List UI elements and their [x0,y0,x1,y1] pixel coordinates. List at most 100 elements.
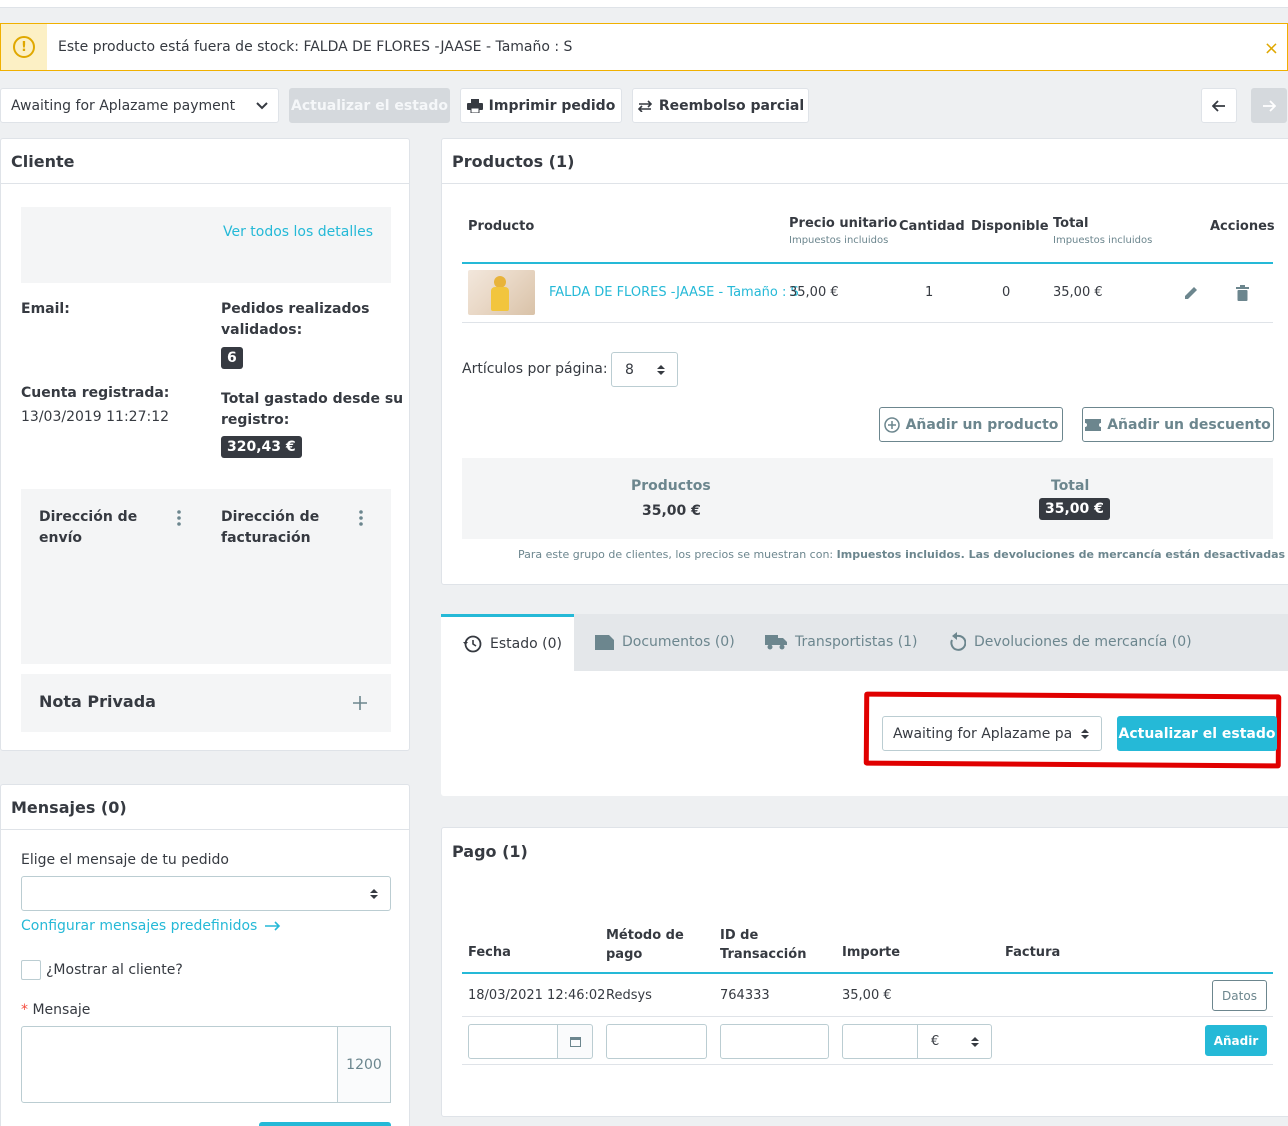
printer-icon [466,98,483,113]
tab-documents-label: Documentos (0) [622,633,735,650]
transaction-id-input[interactable] [720,1024,829,1059]
private-note-title: Nota Privada [39,692,156,711]
pay-col-method-line2: pago [606,947,643,962]
pay-row-method: Redsys [606,988,652,1003]
tab-documents[interactable]: Documentos (0) [595,614,735,669]
view-all-details-link[interactable]: Ver todos los detalles [223,224,373,240]
private-note-box[interactable]: Nota Privada [21,674,391,732]
row-total: 35,00 € [1053,285,1103,300]
tab-status[interactable]: Estado (0) [462,616,562,671]
close-icon[interactable]: × [1264,38,1279,59]
orders-label-line2: validados: [221,322,303,338]
amount-input[interactable] [842,1024,918,1059]
plus-circle-icon [883,416,900,433]
truck-icon [765,634,787,649]
per-page-select[interactable]: 8 [611,352,678,387]
chevron-down-icon [256,101,268,109]
tab-status-select-value: Awaiting for Aplazame payr [893,725,1073,742]
update-status-button[interactable]: Actualizar el estado [289,88,450,123]
tab-carriers[interactable]: Transportistas (1) [765,614,918,669]
top-strip [0,0,1288,8]
show-customer-checkbox[interactable] [21,960,41,980]
product-name-link[interactable]: FALDA DE FLORES -JAASE - Tamaño : S [549,285,799,300]
summary-products-value: 35,00 € [642,503,701,519]
pay-col-invoice: Factura [1005,945,1061,960]
shipping-address-line1: Dirección de [39,509,138,525]
pay-row-transaction: 764333 [720,988,770,1003]
pay-col-transaction: ID de Transacción [720,926,806,964]
currency-select[interactable]: € [917,1024,992,1059]
shipping-more-icon[interactable] [176,509,182,531]
select-sort-icon [1081,729,1089,739]
addresses-box: Dirección de envío Dirección de facturac… [21,489,391,664]
arrow-right-icon [1263,99,1276,112]
show-customer-label: ¿Mostrar al cliente? [46,962,183,978]
arrow-right-icon [265,921,281,931]
customer-card: Cliente Ver todos los detalles Email: Pe… [0,138,410,751]
tab-returns[interactable]: Devoluciones de mercancía (0) [948,614,1192,669]
pencil-icon[interactable] [1183,285,1199,301]
configure-messages-link[interactable]: Configurar mensajes predefinidos [21,918,281,934]
trash-icon[interactable] [1236,285,1249,301]
email-label: Email: [21,301,70,317]
send-message-button[interactable] [259,1122,391,1126]
per-page-label: Artículos por página: [462,361,608,377]
orders-label-line1: Pedidos realizados [221,301,370,317]
payment-card: Pago (1) Fecha Método de pago ID de Tran… [441,827,1288,1117]
tab-update-status-button[interactable]: Actualizar el estado [1117,716,1277,751]
pay-col-method: Método de pago [606,926,684,964]
shipping-address-line2: envío [39,530,83,546]
col-available: Disponible [971,219,1049,234]
tax-note-returns: Las devoluciones de mercancía están desa… [968,548,1286,561]
billing-more-icon[interactable] [358,509,364,531]
calendar-button[interactable] [557,1024,593,1059]
pay-row-amount: 35,00 € [842,988,892,1003]
add-product-button[interactable]: Añadir un producto [879,407,1063,442]
payment-header-divider [462,972,1273,974]
add-discount-button[interactable]: Añadir un descuento [1082,407,1274,442]
message-textarea[interactable] [21,1026,338,1103]
order-status-select[interactable]: Awaiting for Aplazame payment [0,88,279,123]
partial-refund-button[interactable]: Reembolso parcial [632,88,809,123]
table-header-divider [462,262,1273,264]
add-payment-button[interactable]: Añadir [1205,1025,1267,1056]
col-product: Producto [468,219,535,234]
messages-card-title: Mensajes (0) [1,785,409,830]
payment-method-input[interactable] [606,1024,707,1059]
row-quantity: 1 [925,285,934,300]
ticket-icon [1085,418,1102,431]
col-total-label: Total [1053,216,1089,231]
pay-col-method-line1: Método de [606,928,684,943]
select-sort-icon [657,365,665,375]
customer-card-title: Cliente [1,139,409,184]
payment-card-title: Pago (1) [452,841,528,861]
message-label: * Mensaje [21,1002,90,1018]
summary-products-label: Productos [631,478,711,494]
row-unit-price: 35,00 € [789,285,839,300]
previous-order-button[interactable] [1201,88,1237,123]
summary-total-badge: 35,00 € [1039,498,1110,520]
billing-address-line2: facturación [221,530,311,546]
summary-total-label: Total [1051,478,1090,494]
print-order-label: Imprimir pedido [488,97,616,114]
file-icon [595,634,614,650]
undo-icon [950,631,966,651]
row-divider [462,322,1273,323]
predefined-message-select[interactable] [21,876,391,911]
select-sort-icon [971,1037,979,1047]
payment-date-input[interactable] [468,1024,558,1059]
payment-details-button[interactable]: Datos [1212,980,1267,1011]
tax-note-prefix: Para este grupo de clientes, los precios… [518,548,837,561]
shipping-address-title: Dirección de envío [39,507,137,549]
next-order-button[interactable] [1251,88,1287,123]
tab-status-select[interactable]: Awaiting for Aplazame payr [882,716,1102,751]
warning-icon: ! [13,36,35,58]
billing-address-line1: Dirección de [221,509,320,525]
add-discount-label: Añadir un descuento [1107,416,1271,433]
required-mark: * [21,1002,28,1018]
print-order-button[interactable]: Imprimir pedido [460,88,622,123]
currency-value: € [931,1034,940,1049]
plus-icon[interactable] [353,696,367,710]
tax-note: Para este grupo de clientes, los precios… [518,548,1286,561]
alert-message: Este producto está fuera de stock: FALDA… [58,39,573,55]
